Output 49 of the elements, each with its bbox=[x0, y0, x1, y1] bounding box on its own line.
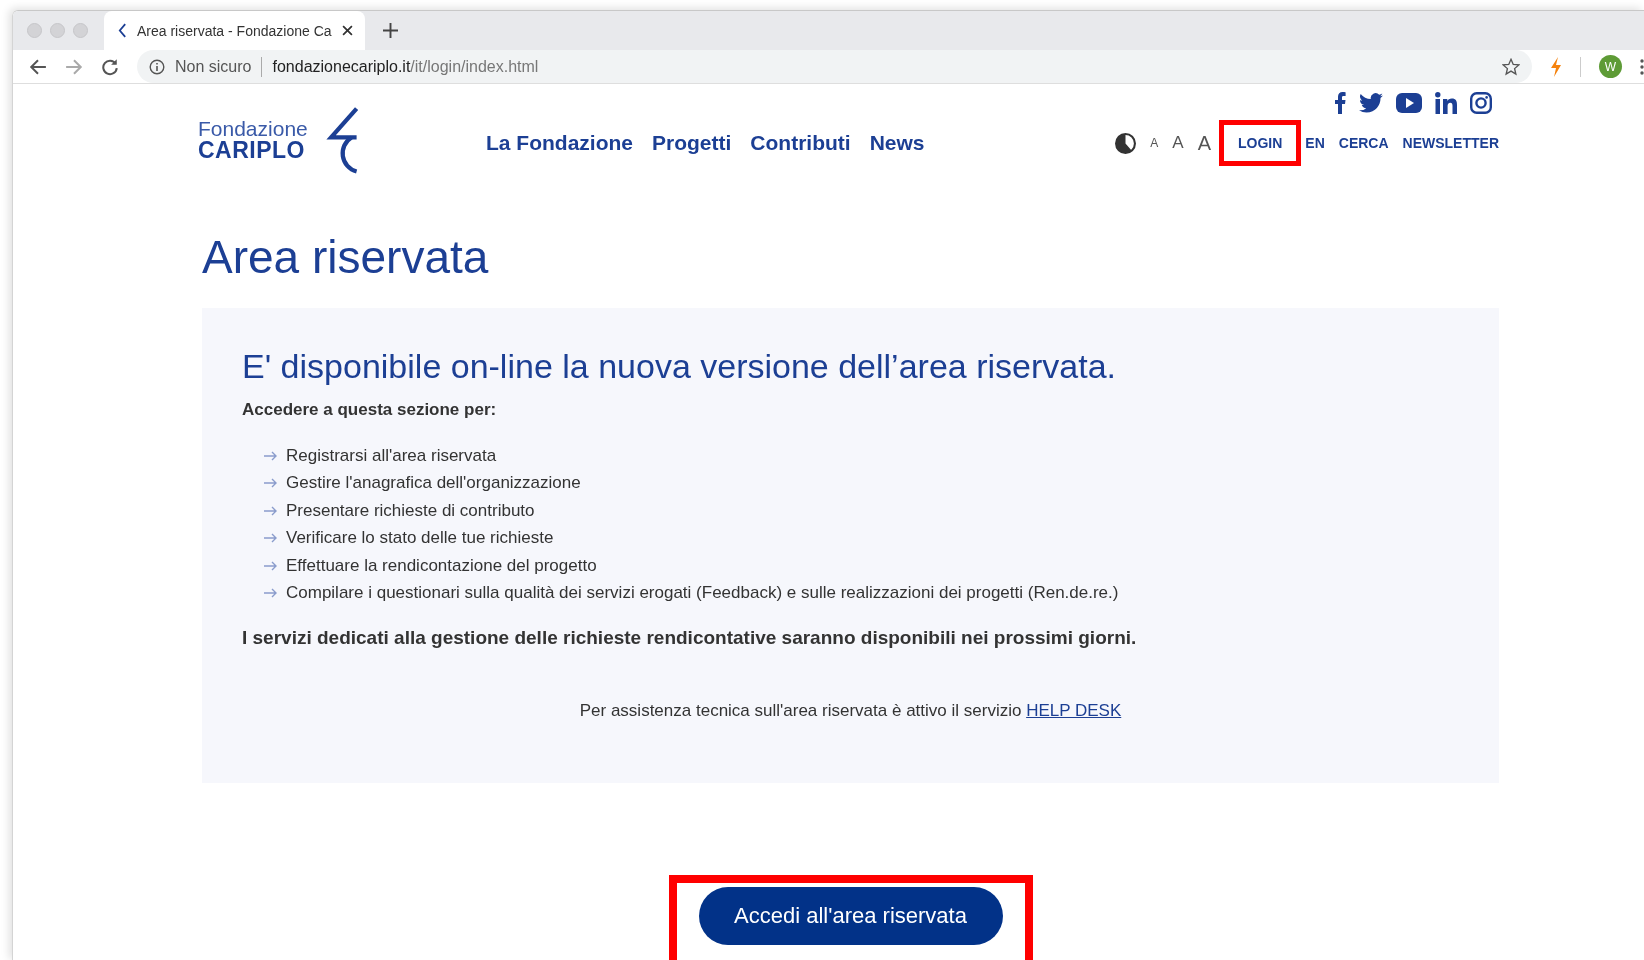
list-item-text: Presentare richieste di contributo bbox=[286, 500, 535, 521]
url-text: fondazionecariplo.it/it/login/index.html bbox=[272, 57, 540, 76]
notice-text: I servizi dedicati alla gestione delle richieste rendicontative saranno disponibili nei prossimi giorni. bbox=[242, 627, 1138, 649]
security-label: Non sicuro bbox=[175, 57, 252, 76]
list-item-text: Gestire l'anagrafica dell'organizzazione bbox=[286, 473, 581, 494]
header-link[interactable]: LOGIN bbox=[1218, 120, 1302, 166]
logo-text: Fondazione bbox=[198, 118, 308, 139]
access-button[interactable]: Accedi all'area riservata bbox=[698, 887, 1003, 945]
nav-link[interactable]: Progetti bbox=[652, 131, 732, 155]
arrow-icon bbox=[264, 478, 278, 489]
list-item-text: Compilare i questionari sulla qualità dei servizi erogati (Feedback) e sulle realizzazioni dei progetti (Ren.de.re.) bbox=[286, 583, 1119, 604]
linkedin-icon[interactable] bbox=[1435, 92, 1457, 114]
nav-link[interactable]: Contributi bbox=[750, 131, 851, 155]
close-icon[interactable] bbox=[341, 25, 353, 36]
favicon-icon bbox=[118, 23, 127, 38]
list-item-text: Registrarsi all'area riservata bbox=[286, 445, 497, 466]
lightning-icon[interactable] bbox=[1550, 56, 1562, 77]
text-size-button[interactable]: A bbox=[1172, 133, 1184, 153]
page-title: Area riservata bbox=[202, 230, 490, 284]
browser-tab[interactable]: Area riservata - Fondazione Ca bbox=[104, 11, 365, 50]
text-size-button[interactable]: A bbox=[1197, 131, 1211, 155]
list-item-text: Effettuare la rendicontazione del progetto bbox=[286, 555, 597, 576]
address-bar[interactable]: Non sicuro fondazionecariplo.it/it/login/index.html bbox=[137, 50, 1532, 83]
text-size-button[interactable]: A bbox=[1150, 136, 1159, 150]
new-tab-icon[interactable] bbox=[382, 23, 398, 38]
info-icon bbox=[149, 58, 165, 75]
contrast-icon[interactable] bbox=[1115, 132, 1137, 154]
video-play-icon[interactable] bbox=[1396, 93, 1422, 113]
menu-icon[interactable] bbox=[1640, 58, 1644, 75]
notice-heading: E' disponibile on-line la nuova versione dell’area riservata. bbox=[242, 347, 1117, 386]
logo-text: CARIPLO bbox=[198, 139, 306, 162]
reload-icon[interactable] bbox=[101, 57, 119, 76]
arrow-icon bbox=[264, 450, 278, 461]
help-text: Per assistenza tecnica sull'area riservata è attivo il servizio bbox=[579, 701, 1022, 720]
facebook-icon[interactable] bbox=[1334, 92, 1346, 114]
arrow-icon bbox=[264, 588, 278, 599]
camera-icon[interactable] bbox=[1470, 92, 1492, 114]
help-desk-link[interactable]: HELP DESK bbox=[1026, 701, 1122, 720]
star-icon[interactable] bbox=[1502, 57, 1520, 76]
back-icon[interactable] bbox=[29, 57, 47, 76]
list-item-text: Verificare lo stato delle tue richieste bbox=[286, 528, 554, 549]
nav-link[interactable]: News bbox=[869, 131, 925, 155]
arrow-icon bbox=[264, 533, 278, 544]
twitter-icon[interactable] bbox=[1359, 93, 1383, 113]
intro-text: Accedere a questa sezione per: bbox=[242, 400, 498, 420]
tab-title: Area riservata - Fondazione Ca bbox=[137, 22, 332, 39]
arrow-icon bbox=[264, 505, 278, 516]
arrow-icon bbox=[264, 560, 278, 571]
nav-link[interactable]: La Fondazione bbox=[486, 131, 633, 155]
